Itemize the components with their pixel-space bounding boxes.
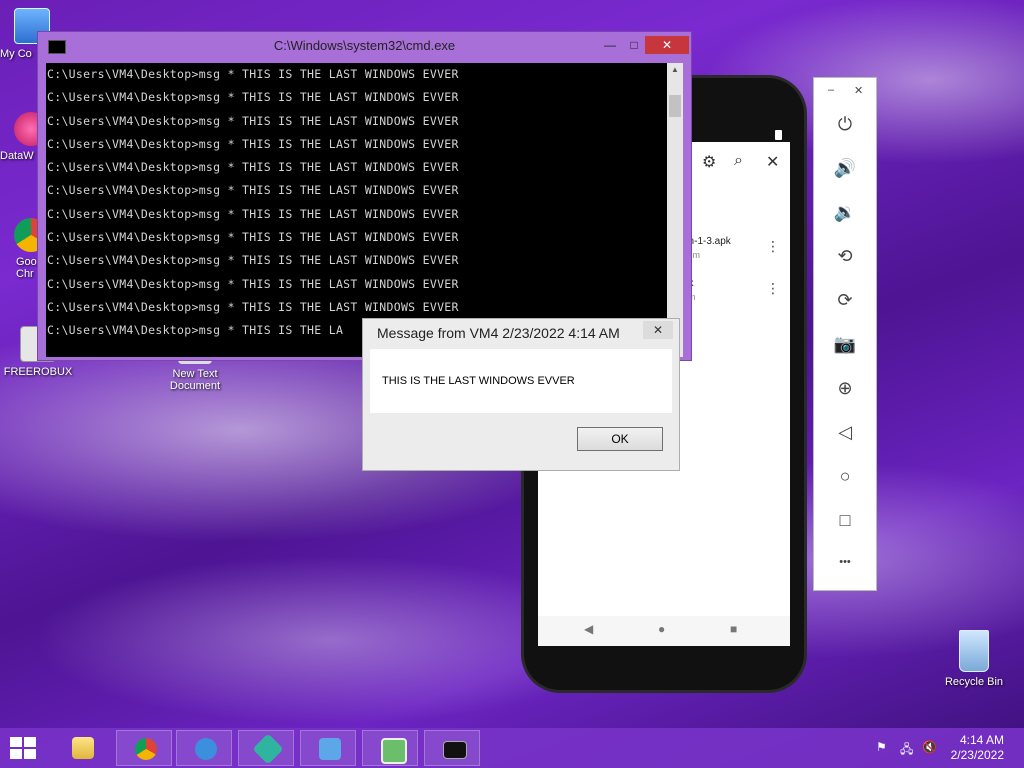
rotate-right-icon[interactable]: ⟳ — [814, 290, 876, 311]
taskbar-clock[interactable]: 4:14 AM 2/23/2022 — [934, 733, 1004, 763]
nav-back-icon[interactable]: ◀ — [584, 622, 593, 636]
windows-logo-icon — [24, 749, 36, 759]
nav-recents-icon[interactable]: ■ — [730, 622, 737, 636]
dialog-body: THIS IS THE LAST WINDOWS EVVER — [370, 349, 672, 413]
network-icon[interactable]: 🖧 — [900, 740, 913, 761]
scroll-up-icon[interactable]: ▲ — [667, 65, 683, 74]
emulator-toolbar: – ✕ ⏻ 🔊 🔉 ⟲ ⟳ 📷 ⊕ ◁ ○ □ ••• — [813, 77, 877, 591]
more-vert-icon[interactable]: ⋮ — [766, 238, 780, 255]
dialog-title: Message from VM4 2/23/2022 4:14 AM — [377, 325, 620, 341]
desktop-icon-label: New Text Document — [169, 368, 221, 392]
window-app-icon — [381, 738, 407, 764]
battery-icon — [775, 130, 782, 140]
console-output[interactable]: C:\Users\VM4\Desktop>msg * THIS IS THE L… — [46, 63, 667, 357]
zoom-icon[interactable]: ⊕ — [814, 378, 876, 399]
console-line: C:\Users\VM4\Desktop>msg * THIS IS THE L… — [47, 90, 459, 105]
rotate-left-icon[interactable]: ⟲ — [814, 246, 876, 267]
desktop-icon-label: DataW — [0, 150, 34, 162]
back-icon[interactable]: ◁ — [814, 422, 876, 443]
scrollbar-thumb[interactable] — [669, 95, 681, 117]
minimize-button[interactable]: — — [598, 36, 622, 54]
cmd-window-title: C:\Windows\system32\cmd.exe — [273, 38, 456, 53]
console-line: C:\Users\VM4\Desktop>msg * THIS IS THE L… — [47, 113, 459, 128]
toolbar-close-button[interactable]: ✕ — [854, 84, 863, 97]
console-line: C:\Users\VM4\Desktop>msg * THIS IS THE L… — [47, 67, 459, 81]
ok-button[interactable]: OK — [577, 427, 663, 451]
clock-date: 2/23/2022 — [950, 748, 1004, 762]
close-icon[interactable]: ✕ — [766, 152, 779, 172]
taskbar-cmd[interactable] — [424, 730, 480, 766]
maximize-button[interactable]: □ — [622, 36, 646, 54]
taskbar-control-panel[interactable] — [300, 730, 356, 766]
emulator-icon — [252, 733, 284, 765]
console-line: C:\Users\VM4\Desktop>msg * THIS IS THE L… — [47, 299, 459, 314]
volume-down-icon[interactable]: 🔉 — [814, 202, 876, 223]
home-icon[interactable]: ○ — [814, 466, 876, 487]
dialog-close-button[interactable]: ✕ — [643, 321, 673, 339]
clock-time: 4:14 AM — [959, 733, 1004, 747]
folder-icon — [72, 737, 94, 759]
cmd-window[interactable]: C:\Windows\system32\cmd.exe — □ ✕ C:\Use… — [37, 31, 692, 361]
start-button[interactable] — [10, 737, 36, 759]
control-panel-icon — [319, 738, 341, 760]
taskbar: ⚑ 🖧 🔇 4:14 AM 2/23/2022 — [0, 728, 1024, 768]
camera-icon[interactable]: 📷 — [814, 334, 876, 355]
recycle-bin-icon — [959, 630, 989, 672]
console-line: C:\Users\VM4\Desktop>msg * THIS IS THE L… — [47, 183, 459, 198]
volume-up-icon[interactable]: 🔊 — [814, 158, 876, 179]
desktop-icon-new-text-document[interactable]: New Text Document — [157, 356, 233, 392]
desktop-icon-label: FREEROBUX — [3, 366, 73, 378]
desktop-icon-label: Recycle Bin — [944, 676, 1004, 688]
more-options-button[interactable]: ••• — [814, 556, 876, 568]
desktop-icon-label: My Co — [0, 48, 32, 60]
desktop-icon-recycle-bin[interactable]: Recycle Bin — [936, 630, 1012, 688]
message-dialog[interactable]: Message from VM4 2/23/2022 4:14 AM ✕ THI… — [362, 318, 680, 471]
console-scrollbar[interactable]: ▲ — [667, 63, 683, 357]
action-center-flag-icon[interactable]: ⚑ — [876, 740, 887, 754]
taskbar-android-studio[interactable] — [176, 730, 232, 766]
console-line: C:\Users\VM4\Desktop>msg * THIS IS THE L… — [47, 276, 459, 291]
nav-home-icon[interactable]: ● — [658, 622, 665, 636]
chrome-icon — [135, 738, 157, 760]
cmd-titlebar[interactable]: C:\Windows\system32\cmd.exe — □ ✕ — [38, 32, 691, 60]
windows-logo-icon — [10, 749, 22, 759]
more-vert-icon[interactable]: ⋮ — [766, 280, 780, 297]
power-icon[interactable]: ⏻ — [814, 114, 876, 135]
console-line: C:\Users\VM4\Desktop>msg * THIS IS THE L… — [47, 206, 459, 221]
console-line: C:\Users\VM4\Desktop>msg * THIS IS THE L… — [47, 253, 459, 268]
windows-logo-icon — [24, 737, 36, 747]
search-icon[interactable]: ⌕ — [734, 152, 743, 170]
close-button[interactable]: ✕ — [645, 36, 689, 54]
taskbar-chrome[interactable] — [116, 730, 172, 766]
console-line: C:\Users\VM4\Desktop>msg * THIS IS THE L… — [47, 230, 459, 245]
phone-navigation-bar: ◀ ● ■ — [538, 616, 790, 646]
console-icon — [443, 741, 467, 759]
gear-icon[interactable]: ⚙ — [702, 152, 716, 172]
windows-logo-icon — [10, 737, 22, 747]
taskbar-file-explorer[interactable] — [54, 730, 110, 766]
overview-icon[interactable]: □ — [814, 510, 876, 531]
android-studio-icon — [195, 738, 217, 760]
console-line: C:\Users\VM4\Desktop>msg * THIS IS THE L… — [47, 160, 459, 175]
toolbar-minimize-button[interactable]: – — [828, 84, 834, 96]
taskbar-notepad[interactable] — [362, 730, 418, 766]
console-line: C:\Users\VM4\Desktop>msg * THIS IS THE L… — [47, 136, 459, 151]
dialog-message: THIS IS THE LAST WINDOWS EVVER — [382, 375, 575, 387]
taskbar-emulator[interactable] — [238, 730, 294, 766]
